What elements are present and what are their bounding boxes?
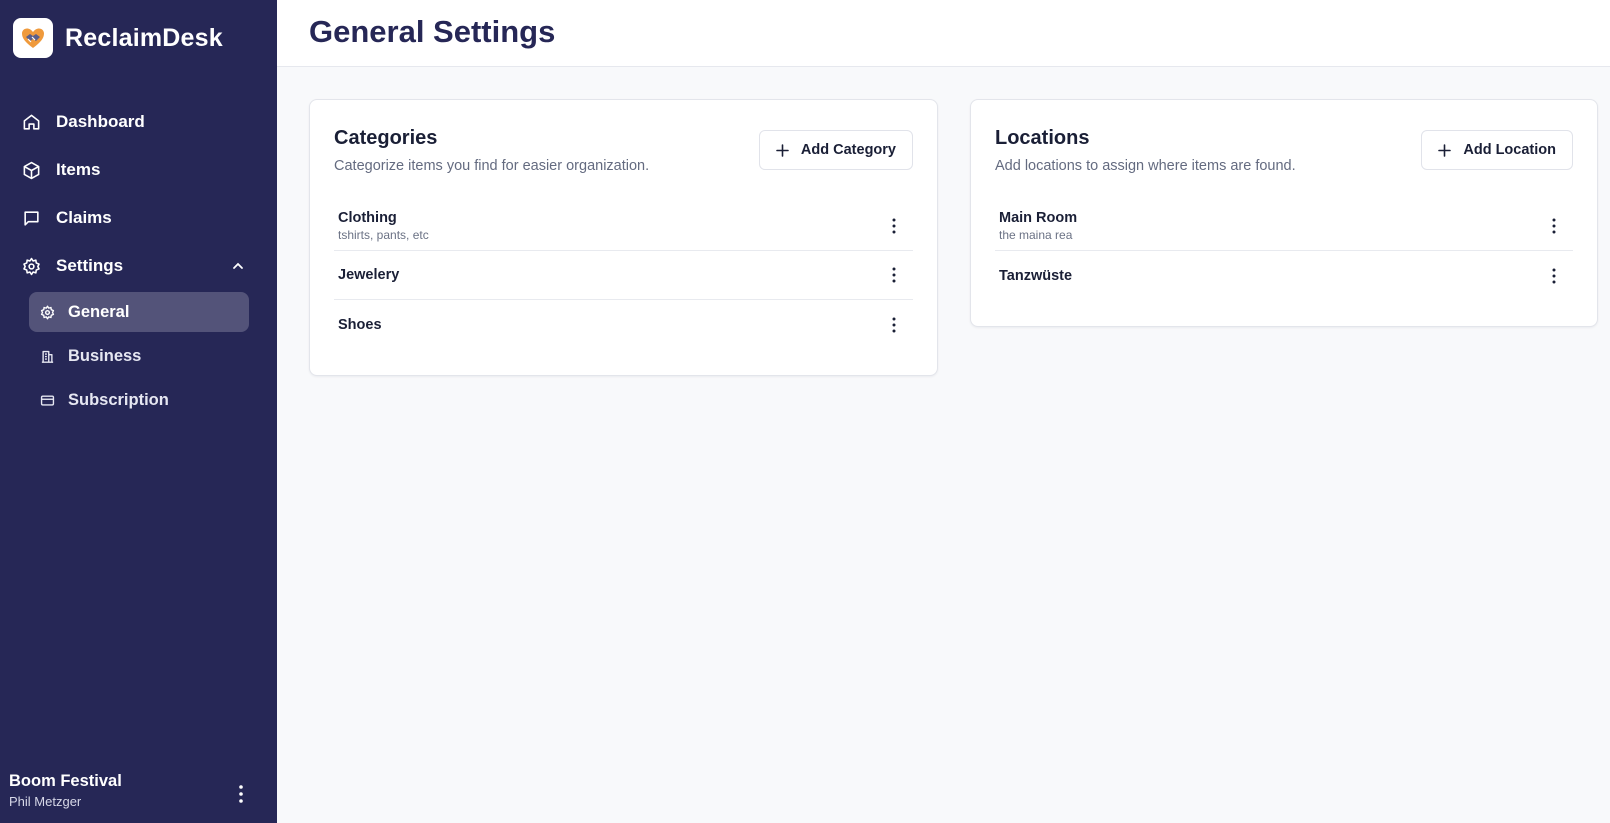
sidebar-subitem-general[interactable]: General	[29, 292, 249, 332]
chat-icon	[24, 210, 39, 226]
sidebar: ReclaimDesk Dashboard Items Claims Setti…	[0, 0, 277, 823]
sidebar-subitem-label: General	[68, 302, 130, 321]
more-vertical-icon[interactable]	[1547, 217, 1561, 235]
chevron-up-icon[interactable]	[231, 259, 245, 273]
sidebar-item-label: Claims	[56, 208, 112, 227]
locations-title: Locations	[995, 127, 1090, 149]
location-name: Tanzwüste	[999, 267, 1073, 284]
box-icon	[23, 161, 40, 179]
add-location-label: Add Location	[1463, 142, 1556, 158]
building-icon	[41, 350, 54, 363]
categories-description: Categorize items you find for easier org…	[334, 158, 650, 174]
sidebar-item-claims[interactable]: Claims	[0, 194, 277, 242]
plus-icon	[776, 143, 789, 157]
home-icon	[23, 114, 40, 130]
category-row[interactable]: Shoes	[334, 300, 913, 349]
sidebar-item-label: Items	[56, 160, 101, 179]
settings-subnav: General Business Subscription	[0, 292, 277, 420]
page-header: General Settings	[277, 0, 1610, 67]
location-description: the maina rea	[999, 228, 1073, 242]
sidebar-item-dashboard[interactable]: Dashboard	[0, 98, 277, 146]
categories-title: Categories	[334, 127, 438, 149]
add-category-label: Add Category	[800, 142, 896, 158]
add-category-button[interactable]: Add Category	[758, 130, 913, 170]
brand[interactable]: ReclaimDesk	[13, 18, 223, 58]
category-name: Jewelery	[338, 267, 400, 283]
locations-description: Add locations to assign where items are …	[995, 158, 1296, 174]
sidebar-item-items[interactable]: Items	[0, 146, 277, 194]
add-location-button[interactable]: Add Location	[1421, 130, 1573, 170]
more-vertical-icon[interactable]	[887, 316, 901, 334]
more-vertical-icon[interactable]	[1547, 267, 1561, 285]
app-logo-icon	[13, 18, 53, 58]
locations-list: Main Room the maina rea Tanzwüste	[995, 202, 1573, 300]
sidebar-item-label: Dashboard	[56, 112, 145, 131]
categories-card: Categories Categorize items you find for…	[309, 99, 938, 376]
categories-list: Clothing tshirts, pants, etc Jewelery Sh…	[334, 202, 913, 349]
category-row[interactable]: Clothing tshirts, pants, etc	[334, 202, 913, 251]
category-row[interactable]: Jewelery	[334, 251, 913, 300]
app-name: ReclaimDesk	[65, 23, 223, 52]
locations-card: Locations Add locations to assign where …	[970, 99, 1598, 327]
sidebar-subitem-business[interactable]: Business	[29, 336, 249, 376]
location-row[interactable]: Tanzwüste	[995, 251, 1573, 300]
main-nav: Dashboard Items Claims Settings General …	[0, 98, 277, 424]
sidebar-subitem-subscription[interactable]: Subscription	[29, 380, 249, 420]
gear-icon	[40, 305, 55, 319]
card-icon	[40, 394, 55, 406]
location-row[interactable]: Main Room the maina rea	[995, 202, 1573, 251]
gear-icon	[23, 257, 40, 275]
organization-name: Boom Festival	[9, 772, 122, 790]
category-description: tshirts, pants, etc	[338, 228, 429, 242]
more-vertical-icon[interactable]	[887, 266, 901, 284]
more-vertical-icon[interactable]	[233, 784, 249, 804]
location-name: Main Room	[999, 210, 1078, 226]
plus-icon	[1438, 143, 1452, 157]
sidebar-subitem-label: Subscription	[68, 390, 169, 409]
sidebar-item-label: Settings	[56, 256, 124, 275]
user-name: Phil Metzger	[9, 794, 82, 809]
more-vertical-icon[interactable]	[887, 217, 901, 235]
category-name: Shoes	[338, 316, 382, 333]
page-title: General Settings	[309, 14, 556, 49]
account-switcher[interactable]: Boom Festival Phil Metzger	[9, 772, 259, 809]
category-name: Clothing	[338, 210, 397, 226]
sidebar-item-settings[interactable]: Settings	[0, 242, 277, 290]
sidebar-subitem-label: Business	[68, 346, 142, 365]
